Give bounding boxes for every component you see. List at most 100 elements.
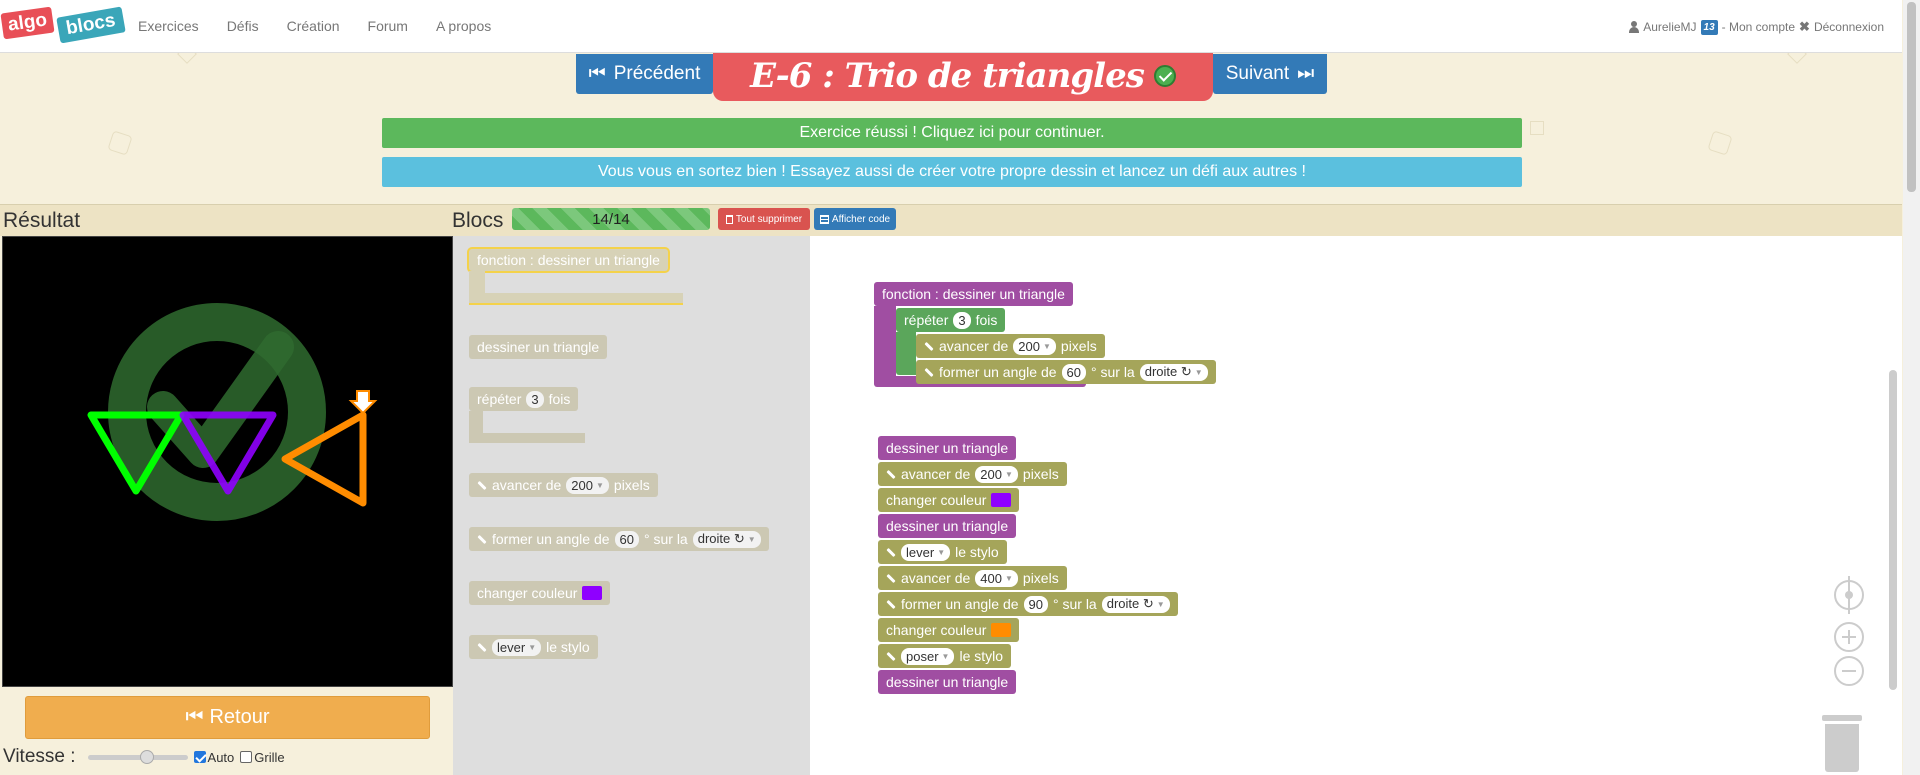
completed-check-icon — [1153, 65, 1176, 87]
forward-distance-field[interactable]: 400 ▼ — [975, 569, 1018, 587]
panel-headers: Résultat Blocs 14/14 Tout supprimer Affi… — [0, 204, 1902, 236]
turn-angle-field[interactable]: 90 — [1023, 595, 1048, 613]
pencil-icon — [886, 547, 896, 557]
repeat-block[interactable]: répéter 3 fois — [896, 308, 1006, 332]
pen-state-dropdown[interactable]: lever ▼ — [901, 543, 951, 561]
toolbox-repeat-body — [469, 411, 483, 433]
function-def-block[interactable]: fonction : dessiner un triangle — [874, 282, 1073, 306]
auto-label: Auto — [207, 749, 235, 765]
block-label: former un angle de — [492, 531, 610, 547]
block-workspace[interactable]: fonction : dessiner un triangle répéter … — [810, 236, 1902, 775]
block-label: fois — [548, 391, 571, 407]
grid-checkbox[interactable]: Grille — [240, 749, 285, 765]
user-area: AurelieMJ 13 - Mon compte ✖ Déconnexion — [1629, 19, 1884, 35]
decor-shape — [177, 53, 197, 64]
page-scrollbar-thumb[interactable] — [1907, 2, 1916, 192]
color-swatch[interactable] — [582, 586, 603, 600]
turn-direction-dropdown[interactable]: droite ↻ ▼ — [692, 530, 761, 548]
pencil-icon — [886, 573, 896, 583]
speed-slider-knob[interactable] — [139, 749, 154, 764]
call-block-3[interactable]: dessiner un triangle — [878, 670, 1017, 694]
fn-turn-block[interactable]: former un angle de 60 ° sur la droite ↻ ▼ — [916, 360, 1216, 384]
dropdown-arrow-icon: ▼ — [937, 547, 946, 557]
block-label: fois — [975, 312, 998, 328]
color-swatch[interactable] — [991, 623, 1012, 637]
nav-link-forum[interactable]: Forum — [368, 18, 408, 34]
exercise-title-text: E-6 : Trio de triangles — [750, 56, 1145, 96]
block-label: avancer de — [901, 570, 971, 586]
pencil-icon — [886, 469, 896, 479]
site-logo[interactable]: algo blocs — [0, 4, 126, 48]
account-link[interactable]: - Mon compte — [1722, 20, 1795, 34]
auto-checkbox[interactable]: Auto — [193, 749, 235, 765]
success-banner[interactable]: Exercice réussi ! Cliquez ici pour conti… — [382, 118, 1522, 148]
zoom-in-icon[interactable] — [1834, 622, 1864, 652]
call-block-1[interactable]: dessiner un triangle — [878, 436, 1017, 460]
block-label: répéter — [904, 312, 949, 328]
toolbox-function-def-block[interactable]: fonction : dessiner un triangle — [469, 249, 668, 271]
forward-block-2[interactable]: avancer de 400 ▼ pixels — [878, 566, 1067, 590]
field-value: 200 — [1018, 338, 1040, 354]
grid-label: Grille — [254, 749, 285, 765]
nav-link-creation[interactable]: Création — [287, 18, 340, 34]
toolbox-repeat-block[interactable]: répéter 3 fois — [469, 387, 579, 411]
previous-button[interactable]: ⏮ Précédent — [576, 54, 713, 94]
block-label: pixels — [613, 477, 650, 493]
forward-block-1[interactable]: avancer de 200 ▼ pixels — [878, 462, 1067, 486]
page-scrollbar[interactable] — [1903, 0, 1920, 775]
workspace-scrollbar[interactable] — [1889, 370, 1897, 690]
username[interactable]: AurelieMJ — [1643, 20, 1696, 34]
block-label: ° sur la — [644, 531, 688, 547]
forward-distance-field[interactable]: 200 ▼ — [975, 465, 1018, 483]
nav-link-exercices[interactable]: Exercices — [138, 18, 199, 34]
speed-label: Vitesse : — [3, 746, 76, 767]
logout-icon: ✖ — [1799, 19, 1810, 34]
turn-direction-dropdown[interactable]: droite ↻ ▼ — [1101, 595, 1170, 613]
recenter-icon[interactable] — [1834, 576, 1864, 614]
color-block-2[interactable]: changer couleur — [878, 618, 1020, 642]
block-label: pixels — [1022, 466, 1059, 482]
grid-checkbox-box[interactable] — [240, 751, 253, 763]
speed-controls: Vitesse : Auto Grille — [3, 746, 285, 768]
zoom-out-icon[interactable] — [1834, 656, 1864, 686]
fn-forward-block[interactable]: avancer de 200 ▼ pixels — [916, 334, 1105, 358]
nav-link-apropos[interactable]: A propos — [436, 18, 491, 34]
toolbox-forward-block[interactable]: avancer de 200 ▼ pixels — [469, 473, 658, 497]
trash-icon[interactable] — [1822, 715, 1862, 773]
speed-slider[interactable] — [87, 749, 188, 764]
block-label: pixels — [1060, 338, 1097, 354]
color-block-1[interactable]: changer couleur — [878, 488, 1020, 512]
forward-distance-field[interactable]: 200 ▼ — [566, 476, 609, 494]
block-label: ° sur la — [1053, 596, 1097, 612]
toolbox-pen-block[interactable]: lever ▼ le stylo — [469, 635, 598, 659]
repeat-count-field[interactable]: 3 — [953, 311, 971, 329]
nav-link-defis[interactable]: Défis — [227, 18, 259, 34]
toolbox-call-block[interactable]: dessiner un triangle — [469, 335, 608, 359]
field-value: droite ↻ — [697, 531, 745, 546]
pen-state-dropdown[interactable]: poser ▼ — [901, 647, 955, 665]
next-button[interactable]: Suivant ⏭ — [1213, 54, 1327, 94]
color-swatch[interactable] — [991, 493, 1012, 507]
delete-all-label: Tout supprimer — [735, 213, 803, 225]
pen-block-2[interactable]: poser ▼ le stylo — [878, 644, 1012, 668]
toolbox-color-block[interactable]: changer couleur — [469, 581, 611, 605]
repeat-count-field[interactable]: 3 — [526, 390, 544, 408]
auto-checkbox-box[interactable] — [193, 751, 206, 763]
call-block-2[interactable]: dessiner un triangle — [878, 514, 1017, 538]
repeat-body — [896, 332, 916, 366]
forward-distance-field[interactable]: 200 ▼ — [1013, 337, 1056, 355]
show-code-button[interactable]: Afficher code — [814, 208, 896, 230]
field-value: droite ↻ — [1144, 364, 1192, 379]
field-value: droite ↻ — [1106, 596, 1154, 611]
pen-state-dropdown[interactable]: lever ▼ — [492, 638, 542, 656]
back-button[interactable]: ⏮ Retour — [25, 696, 430, 739]
delete-all-button[interactable]: Tout supprimer — [718, 208, 810, 230]
logout-link[interactable]: Déconnexion — [1814, 20, 1884, 34]
turn-angle-field[interactable]: 60 — [614, 530, 639, 548]
turn-angle-field[interactable]: 60 — [1061, 363, 1086, 381]
result-canvas — [2, 236, 453, 687]
pen-block-1[interactable]: lever ▼ le stylo — [878, 540, 1007, 564]
toolbox-turn-block[interactable]: former un angle de 60 ° sur la droite ↻ ▼ — [469, 527, 769, 551]
turn-block-2[interactable]: former un angle de 90 ° sur la droite ↻ ▼ — [878, 592, 1178, 616]
turn-direction-dropdown[interactable]: droite ↻ ▼ — [1139, 363, 1208, 381]
